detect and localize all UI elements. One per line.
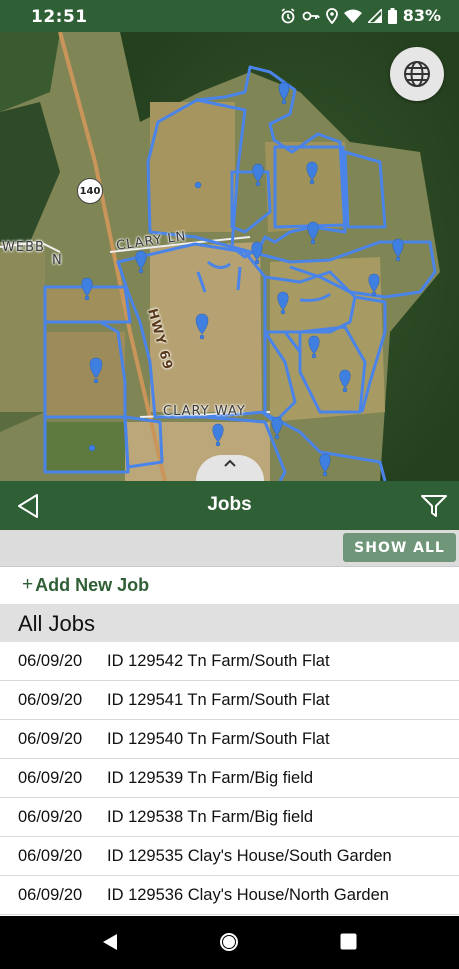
status-bar: 12:51 83% [0, 0, 459, 32]
job-description: ID 129541 Tn Farm/South Flat [107, 691, 330, 709]
job-row[interactable]: 06/09/20 ID 129542 Tn Farm/South Flat [0, 642, 459, 681]
map-view[interactable]: WEBB N CLARY LN HWY 69 CLARY WAY 140 [0, 32, 459, 481]
job-date: 06/09/20 [18, 769, 83, 787]
chevron-up-icon [224, 459, 236, 467]
road-label-clary-way: CLARY WAY [163, 404, 246, 419]
job-date: 06/09/20 [18, 847, 83, 865]
add-new-job-label: Add New Job [35, 574, 150, 595]
road-label-webb: WEBB [2, 240, 45, 255]
job-description: ID 129538 Tn Farm/Big field [107, 808, 314, 826]
map-type-button[interactable] [390, 47, 444, 101]
job-date: 06/09/20 [18, 808, 83, 826]
status-icons: 83% [280, 6, 441, 25]
section-title: All Jobs [18, 611, 96, 636]
job-date: 06/09/20 [18, 730, 83, 748]
add-new-job-link[interactable]: + Add New Job [22, 574, 149, 596]
location-icon [325, 7, 338, 24]
battery-percent: 83% [402, 6, 441, 25]
nav-home-icon[interactable] [219, 932, 239, 952]
section-header: All Jobs [0, 604, 459, 642]
battery-icon [387, 7, 397, 24]
job-row[interactable]: 06/09/20 ID 129539 Tn Farm/Big field [0, 759, 459, 798]
job-date: 06/09/20 [18, 886, 83, 904]
wifi-icon [343, 9, 362, 23]
road-label-webb-suffix: N [52, 253, 63, 268]
alarm-icon [281, 7, 295, 23]
job-description: ID 129535 Clay's House/South Garden [107, 847, 392, 865]
key-icon [302, 11, 320, 20]
job-row[interactable]: 06/09/20 ID 129535 Clay's House/South Ga… [0, 837, 459, 876]
job-date: 06/09/20 [18, 691, 83, 709]
job-row[interactable]: 06/09/20 ID 129540 Tn Farm/South Flat [0, 720, 459, 759]
globe-icon [404, 61, 430, 87]
job-date: 06/09/20 [18, 652, 83, 670]
job-row[interactable]: 06/09/20 ID 129538 Tn Farm/Big field [0, 798, 459, 837]
job-row[interactable]: 06/09/20 ID 129541 Tn Farm/South Flat [0, 681, 459, 720]
job-row[interactable]: 06/09/20 ID 129536 Clay's House/North Ga… [0, 876, 459, 915]
job-list: 06/09/20 ID 129542 Tn Farm/South Flat 06… [0, 642, 459, 915]
nav-back-icon[interactable] [101, 933, 119, 951]
status-time: 12:51 [31, 7, 88, 27]
job-description: ID 129542 Tn Farm/South Flat [107, 652, 330, 670]
job-description: ID 129536 Clay's House/North Garden [107, 886, 389, 904]
system-nav-bar [0, 916, 459, 969]
show-all-button[interactable]: SHOW ALL [343, 533, 456, 562]
app-bar: Jobs [0, 481, 459, 530]
filter-button[interactable] [421, 494, 447, 518]
filter-bar: SHOW ALL [0, 530, 459, 567]
page-title: Jobs [207, 494, 252, 515]
highway-shield: 140 [77, 178, 103, 204]
job-description: ID 129540 Tn Farm/South Flat [107, 730, 330, 748]
plus-icon: + [22, 574, 34, 595]
nav-recents-icon[interactable] [340, 933, 357, 950]
job-description: ID 129539 Tn Farm/Big field [107, 769, 314, 787]
signal-icon [367, 8, 382, 23]
